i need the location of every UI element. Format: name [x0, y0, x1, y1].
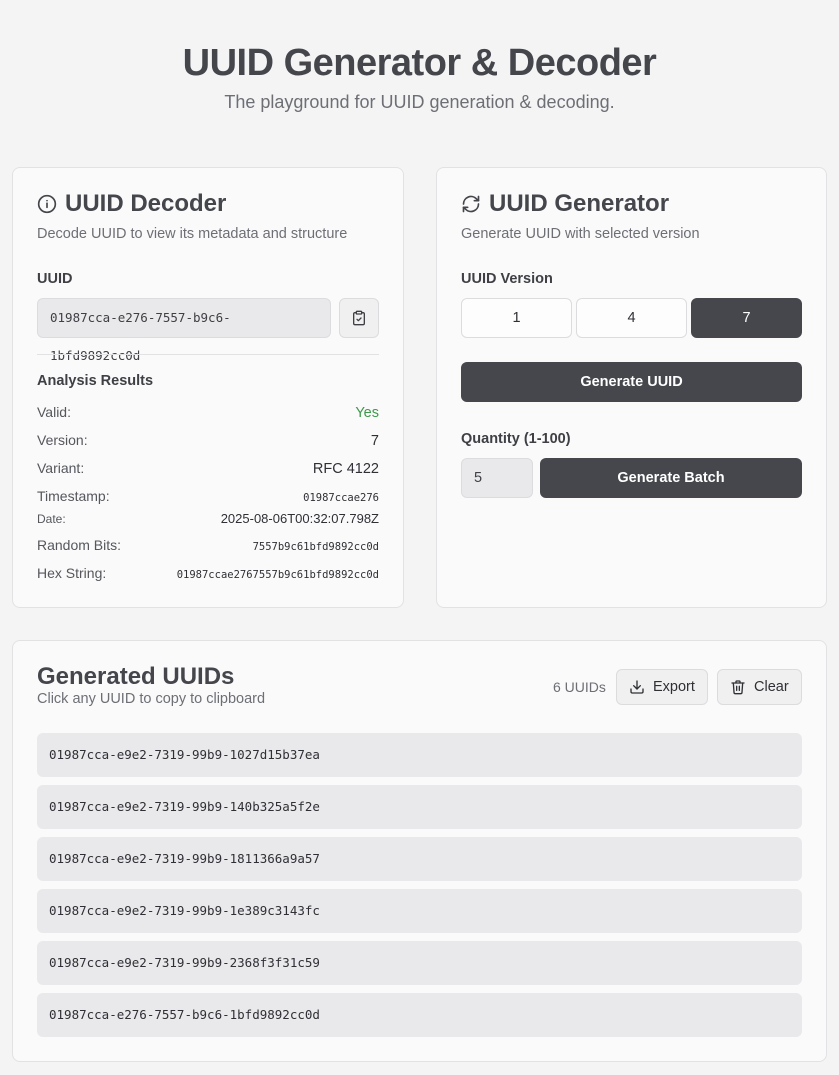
date-value: 2025-08-06T00:32:07.798Z [220, 511, 379, 526]
refresh-icon [462, 195, 480, 213]
export-button[interactable]: Export [616, 669, 708, 705]
page-subtitle: The playground for UUID generation & dec… [224, 92, 615, 112]
download-icon [630, 680, 644, 694]
generator-card: UUID Generator Generate UUID with select… [436, 167, 827, 608]
generated-subtitle: Click any UUID to copy to clipboard [37, 691, 266, 707]
page-title: UUID Generator & Decoder [182, 42, 657, 84]
uuid-label: UUID [37, 271, 73, 287]
result-date: Date: 2025-08-06T00:32:07.798Z [37, 511, 379, 526]
clipboard-icon [353, 310, 365, 326]
generator-title: UUID Generator [461, 190, 700, 218]
decoder-subtitle: Decode UUID to view its metadata and str… [37, 226, 348, 242]
paste-button[interactable] [339, 298, 379, 338]
page-header: UUID Generator & Decoder The playground … [0, 40, 839, 113]
valid-value: Yes [355, 405, 379, 421]
uuid-list-item[interactable]: 01987cca-e9e2-7319-99b9-140b325a5f2e [37, 785, 802, 829]
decoder-card: UUID Decoder Decode UUID to view its met… [12, 167, 404, 608]
generated-uuids-card: Generated UUIDs Click any UUID to copy t… [12, 640, 827, 1062]
date-label: Date: [37, 512, 66, 526]
version-4-button[interactable]: 4 [576, 298, 687, 338]
result-timestamp: Timestamp: 01987ccae276 [37, 488, 379, 504]
quantity-input[interactable]: 5 [461, 458, 533, 498]
clear-label: Clear [754, 679, 789, 695]
decoder-title-text: UUID Decoder [65, 190, 227, 217]
quantity-label: Quantity (1-100) [461, 431, 571, 447]
decoder-title: UUID Decoder [37, 190, 347, 218]
hex-string-label: Hex String: [37, 565, 107, 581]
clear-button[interactable]: Clear [717, 669, 802, 705]
export-label: Export [653, 679, 695, 695]
variant-value: RFC 4122 [312, 461, 379, 477]
uuid-list-item[interactable]: 01987cca-e276-7557-b9c6-1bfd9892cc0d [37, 993, 802, 1037]
result-valid: Valid: Yes [37, 404, 379, 421]
uuid-count: 6 UUIDs [553, 679, 606, 695]
uuid-input[interactable]: 01987cca-e276-7557-b9c6-1bfd9892cc0d [37, 298, 331, 363]
version-1-button[interactable]: 1 [461, 298, 572, 338]
result-random-bits: Random Bits: 7557b9c61bfd9892cc0d [37, 537, 379, 553]
trash-icon [731, 680, 745, 695]
version-label: Version: [37, 432, 88, 448]
uuid-version-label: UUID Version [461, 271, 553, 287]
result-hex-string: Hex String: 01987ccae2767557b9c61bfd9892… [37, 565, 379, 581]
version-value: 7 [370, 433, 379, 449]
version-7-button[interactable]: 7 [691, 298, 802, 338]
analysis-results-title: Analysis Results [37, 373, 154, 389]
variant-label: Variant: [37, 460, 85, 476]
generated-title: Generated UUIDs [37, 663, 235, 690]
generate-batch-button[interactable]: Generate Batch [540, 458, 802, 498]
divider [37, 354, 379, 355]
timestamp-value: 01987ccae276 [303, 492, 379, 504]
generator-title-text: UUID Generator [489, 190, 670, 217]
valid-label: Valid: [37, 404, 71, 420]
result-version: Version: 7 [37, 432, 379, 449]
info-icon [37, 194, 57, 214]
uuid-list-item[interactable]: 01987cca-e9e2-7319-99b9-1811366a9a57 [37, 837, 802, 881]
generate-uuid-button[interactable]: Generate UUID [461, 362, 802, 402]
uuid-list-item[interactable]: 01987cca-e9e2-7319-99b9-2368f3f31c59 [37, 941, 802, 985]
random-bits-label: Random Bits: [37, 537, 122, 553]
random-bits-value: 7557b9c61bfd9892cc0d [252, 541, 379, 553]
generator-subtitle: Generate UUID with selected version [461, 226, 700, 242]
hex-string-value: 01987ccae2767557b9c61bfd9892cc0d [176, 569, 379, 581]
uuid-list-item[interactable]: 01987cca-e9e2-7319-99b9-1027d15b37ea [37, 733, 802, 777]
uuid-list-item[interactable]: 01987cca-e9e2-7319-99b9-1e389c3143fc [37, 889, 802, 933]
result-variant: Variant: RFC 4122 [37, 460, 379, 477]
timestamp-label: Timestamp: [37, 488, 110, 504]
